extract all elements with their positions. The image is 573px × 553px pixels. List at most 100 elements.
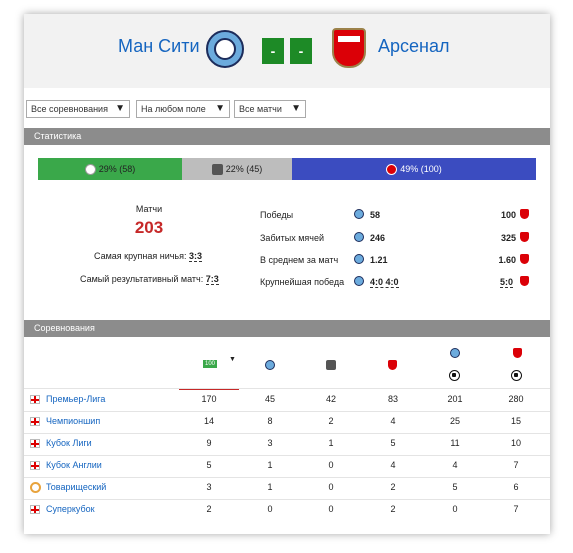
draws-bar[interactable]: 22% (45) (182, 158, 292, 180)
ball-icon[interactable] (449, 370, 460, 381)
ball-icon[interactable] (511, 370, 522, 381)
home-wins-cell: 3 (267, 438, 273, 448)
total-cell: 3 (206, 482, 212, 492)
competition-link[interactable]: Товарищеский (46, 482, 106, 492)
match-header: Ман Сити - - Арсенал (24, 14, 550, 88)
arsenal-wins-icon[interactable] (388, 360, 397, 370)
h2h-card: Ман Сити - - Арсенал Все соревнования ▼ Н… (24, 14, 550, 534)
man-city-goals-icon (450, 348, 460, 358)
biggest-draw: Самая крупная ничья: 3:3 (94, 251, 203, 262)
home-wins-cell: 45 (264, 394, 275, 404)
sort-desc-icon: ▼ (229, 356, 236, 363)
england-flag-icon (30, 395, 40, 404)
chevron-down-icon: ▼ (115, 103, 125, 114)
biggest-draw-score[interactable]: 3:3 (189, 251, 203, 262)
matches-total: 203 (134, 218, 164, 237)
man-city-crest-icon[interactable] (206, 30, 244, 68)
away-avg-value: 1.60 (498, 255, 516, 265)
total-cell: 170 (201, 394, 217, 404)
home-wins-bar[interactable]: 29% (58) (38, 158, 182, 180)
home-goals-cell: 201 (447, 394, 463, 404)
home-goals-cell: 4 (452, 460, 458, 470)
venue-select[interactable]: На любом поле ▼ (136, 100, 230, 118)
competition-select[interactable]: Все соревнования ▼ (26, 100, 130, 118)
competition-link[interactable]: Чемпионшип (46, 416, 100, 426)
away-wins-cell: 4 (390, 416, 396, 426)
chevron-down-icon: ▼ (291, 103, 301, 114)
table-row: Суперкубок 2 0 0 2 0 7 (24, 499, 550, 521)
away-goals-cell: 6 (513, 482, 519, 492)
biggest-win-label: Крупнейшая победа (260, 277, 345, 287)
chevron-down-icon: ▼ (215, 103, 225, 114)
away-wins-value: 100 (500, 210, 516, 220)
arsenal-icon (520, 209, 529, 219)
away-biggest-win[interactable]: 5:0 (500, 277, 514, 288)
away-wins-cell: 4 (390, 460, 396, 470)
england-flag-icon (30, 505, 40, 514)
draws-cell: 0 (328, 460, 334, 470)
away-wins-cell: 2 (390, 504, 396, 514)
away-goals-cell: 15 (510, 416, 521, 426)
man-city-icon (354, 276, 364, 286)
england-flag-icon (30, 439, 40, 448)
away-goals-value: 325 (500, 233, 516, 243)
away-wins-cell: 5 (390, 438, 396, 448)
wins-label: Победы (260, 210, 294, 220)
man-city-icon (354, 232, 364, 242)
total-cell: 9 (206, 438, 212, 448)
arsenal-icon (520, 276, 529, 286)
home-team-name[interactable]: Ман Сити (118, 36, 200, 57)
competitions-table: Премьер-Лига 170 45 42 83 201 280 Чемпио… (24, 388, 550, 514)
table-row: Товарищеский 3 1 0 2 5 6 (24, 477, 550, 500)
away-goals-cell: 10 (510, 438, 521, 448)
home-biggest-win[interactable]: 4:0 4:0 (370, 277, 399, 288)
man-city-icon (354, 254, 364, 264)
competition-link[interactable]: Суперкубок (46, 504, 95, 514)
away-score: - (290, 38, 312, 64)
draws-cell: 2 (328, 416, 334, 426)
draws-cell: 42 (325, 394, 336, 404)
competition-link[interactable]: Премьер-Лига (46, 394, 105, 404)
home-goals-value: 246 (370, 233, 386, 243)
home-goals-cell: 0 (452, 504, 458, 514)
england-flag-icon (30, 417, 40, 426)
competition-link[interactable]: Кубок Англии (46, 460, 102, 470)
home-wins-value: 58 (370, 210, 381, 220)
away-goals-cell: 280 (508, 394, 524, 404)
stats-section-header: Статистика (24, 128, 550, 145)
arsenal-crest-icon[interactable] (332, 28, 366, 68)
away-goals-cell: 7 (513, 504, 519, 514)
total-cell: 14 (203, 416, 214, 426)
england-flag-icon (30, 461, 40, 470)
table-row: Кубок Англии 5 1 0 4 4 7 (24, 455, 550, 478)
table-row: Премьер-Лига 170 45 42 83 201 280 (24, 389, 550, 412)
competition-link[interactable]: Кубок Лиги (46, 438, 92, 448)
total-matches-icon: 100 (203, 360, 217, 368)
total-cell: 5 (206, 460, 212, 470)
arsenal-icon (520, 254, 529, 264)
man-city-icon (354, 209, 364, 219)
home-goals-cell: 25 (449, 416, 460, 426)
away-wins-cell: 2 (390, 482, 396, 492)
home-goals-cell: 11 (450, 438, 460, 448)
draws-cell: 0 (328, 482, 334, 492)
matches-select[interactable]: Все матчи ▼ (234, 100, 306, 118)
goals-label: Забитых мячей (260, 233, 324, 243)
arsenal-goals-icon (513, 348, 522, 358)
home-wins-cell: 0 (267, 504, 273, 514)
avg-label: В среднем за матч (260, 255, 339, 265)
table-row: Кубок Лиги 9 3 1 5 11 10 (24, 433, 550, 456)
away-goals-cell: 7 (513, 460, 519, 470)
peace-icon (30, 482, 41, 493)
home-wins-cell: 1 (267, 482, 273, 492)
competitions-section-header: Соревнования (24, 320, 550, 337)
man-city-wins-icon[interactable] (265, 360, 275, 370)
man-city-icon (84, 164, 96, 176)
most-goals-score[interactable]: 7:3 (205, 274, 219, 285)
most-goals-match: Самый результативный матч: 7:3 (80, 274, 219, 285)
away-team-name[interactable]: Арсенал (378, 36, 449, 57)
draws-icon[interactable] (326, 360, 336, 370)
home-score: - (262, 38, 284, 64)
sort-total-column[interactable]: 100 ▼ (179, 352, 239, 390)
away-wins-bar[interactable]: 49% (100) (292, 158, 536, 180)
